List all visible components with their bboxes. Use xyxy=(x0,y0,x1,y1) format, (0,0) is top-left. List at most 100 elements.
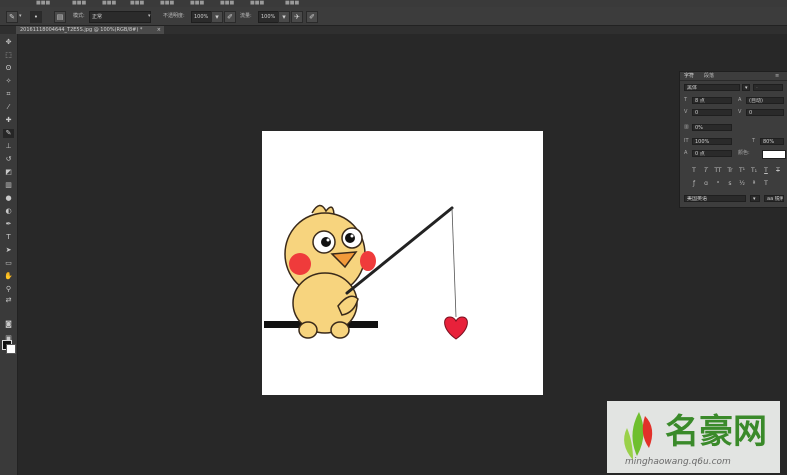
heart xyxy=(444,316,468,340)
tab-paragraph[interactable]: 段落 xyxy=(704,73,714,79)
tsume-field[interactable]: 0% xyxy=(692,124,732,131)
toolbox: ✥ ⬚ ʘ ✧ ⌗ ⁄ ✚ ✎ ⊥ ↺ ◩ ▥ ● ◐ ✒ T ➤ ▭ ✋ ⚲ … xyxy=(0,34,18,475)
panel-menu-icon[interactable]: ≡ xyxy=(775,73,779,79)
document-canvas[interactable] xyxy=(262,131,543,395)
color-label: 颜色: xyxy=(738,150,750,156)
chevron-down-icon[interactable]: ▾ xyxy=(148,11,151,21)
screen-mode-icon[interactable]: ▣ xyxy=(3,334,14,343)
opacity-dropdown-icon[interactable]: ▾ xyxy=(211,11,223,23)
text-color-swatch[interactable] xyxy=(762,150,786,159)
language-dropdown-icon[interactable]: ▾ xyxy=(750,195,760,202)
strikethrough-button[interactable]: T xyxy=(774,167,782,174)
background-color-swatch[interactable] xyxy=(6,344,16,354)
brush-tool-icon[interactable]: ✎ xyxy=(3,129,14,138)
menu-bar: ■■■ ■■■ ■■■ ■■■ ■■■ ■■■ ■■■ ■■■ ■■■ xyxy=(0,0,787,7)
preset-dropdown-icon[interactable]: ▾ xyxy=(19,11,22,21)
lasso-tool-icon[interactable]: ʘ xyxy=(3,64,14,73)
menu-item[interactable]: ■■■ xyxy=(36,0,50,7)
hand-tool-icon[interactable]: ✋ xyxy=(3,272,14,281)
font-size-icon: T xyxy=(684,97,688,103)
opentype-titling-icon[interactable]: T xyxy=(762,180,770,187)
menu-item[interactable]: ■■■ xyxy=(130,0,144,7)
underline-button[interactable]: T xyxy=(762,167,770,174)
leading-field[interactable]: (自动) xyxy=(746,97,784,104)
document-tab[interactable]: 20161118004644_T2E5S.jpg @ 100%(RGB/8#) … xyxy=(16,26,164,34)
eraser-tool-icon[interactable]: ◩ xyxy=(3,168,14,177)
shape-tool-icon[interactable]: ▭ xyxy=(3,259,14,268)
all-caps-button[interactable]: TT xyxy=(714,167,722,174)
move-tool-icon[interactable]: ✥ xyxy=(3,38,14,47)
swap-colors-icon[interactable]: ⇄ xyxy=(3,296,14,305)
brush-icon[interactable]: ✎ xyxy=(6,11,18,23)
subscript-button[interactable]: T₁ xyxy=(750,167,758,174)
menu-item[interactable]: ■■■ xyxy=(220,0,234,7)
tsume-icon: ▥ xyxy=(684,124,689,130)
tracking-icon: V xyxy=(738,109,742,115)
menu-item[interactable]: ■■■ xyxy=(72,0,86,7)
pressure-opacity-icon[interactable]: ✐ xyxy=(224,11,236,23)
menu-item[interactable]: ■■■ xyxy=(160,0,174,7)
clone-stamp-tool-icon[interactable]: ⊥ xyxy=(3,142,14,151)
quick-mask-icon[interactable]: ◙ xyxy=(3,320,14,329)
marquee-tool-icon[interactable]: ⬚ xyxy=(3,51,14,60)
brush-size-icon[interactable]: • xyxy=(30,11,42,23)
options-bar: ✎ ▾ • ▤ 模式: 正常 ▾ 不透明度: 100% ▾ ✐ 流量: 100%… xyxy=(0,7,787,26)
close-icon[interactable]: × xyxy=(157,26,161,34)
flow-field[interactable]: 100% xyxy=(258,11,279,23)
opentype-oldstyle-icon[interactable]: ꜱ xyxy=(726,180,734,187)
opacity-label: 不透明度: xyxy=(163,13,185,19)
font-style-field[interactable]: - xyxy=(753,84,783,91)
font-size-field[interactable]: 8 点 xyxy=(692,97,732,104)
faux-italic-button[interactable]: T xyxy=(702,167,710,174)
chick-character xyxy=(284,204,376,339)
menu-item[interactable]: ■■■ xyxy=(190,0,204,7)
kerning-field[interactable]: 0 xyxy=(692,109,732,116)
flow-label: 流量: xyxy=(240,13,252,19)
path-select-tool-icon[interactable]: ➤ xyxy=(3,246,14,255)
opentype-fraction-icon[interactable]: ½ xyxy=(738,180,746,187)
faux-bold-button[interactable]: T xyxy=(690,167,698,174)
baseline-field[interactable]: 0 点 xyxy=(692,150,732,157)
type-tool-icon[interactable]: T xyxy=(3,233,14,242)
opentype-alt-icon[interactable]: ᵃ xyxy=(714,180,722,187)
horizontal-scale-field[interactable]: 80% xyxy=(760,138,784,145)
document-title: 20161118004644_T2E5S.jpg @ 100%(RGB/8#) … xyxy=(20,27,143,33)
menu-item[interactable]: ■■■ xyxy=(250,0,264,7)
opacity-field[interactable]: 100% xyxy=(191,11,212,23)
pen-tool-icon[interactable]: ✒ xyxy=(3,220,14,229)
blur-tool-icon[interactable]: ● xyxy=(3,194,14,203)
opentype-ligature-icon[interactable]: ƒ xyxy=(690,180,698,187)
flow-dropdown-icon[interactable]: ▾ xyxy=(278,11,290,23)
mode-label: 模式: xyxy=(73,13,85,19)
language-select[interactable]: 美国英语 xyxy=(684,195,746,202)
kerning-icon: V xyxy=(684,109,688,115)
small-caps-button[interactable]: Tr xyxy=(726,167,734,174)
eyedropper-tool-icon[interactable]: ⁄ xyxy=(3,103,14,112)
vertical-scale-field[interactable]: 100% xyxy=(692,138,732,145)
zoom-tool-icon[interactable]: ⚲ xyxy=(3,285,14,294)
baseline-icon: A xyxy=(684,150,688,156)
gradient-tool-icon[interactable]: ▥ xyxy=(3,181,14,190)
menu-item[interactable]: ■■■ xyxy=(102,0,116,7)
tracking-field[interactable]: 0 xyxy=(746,109,784,116)
quick-select-tool-icon[interactable]: ✧ xyxy=(3,77,14,86)
opentype-ordinal-icon[interactable]: ª xyxy=(750,180,758,187)
vertical-scale-icon: IT xyxy=(684,138,689,144)
font-family-field[interactable]: 黑体 xyxy=(684,84,740,91)
horizontal-scale-icon: T xyxy=(752,138,756,144)
antialias-select[interactable]: aa 锐利 xyxy=(764,195,784,202)
opentype-swash-icon[interactable]: ɑ xyxy=(702,180,710,187)
crop-tool-icon[interactable]: ⌗ xyxy=(3,90,14,99)
leading-icon: A xyxy=(738,97,742,103)
superscript-button[interactable]: T¹ xyxy=(738,167,746,174)
airbrush-icon[interactable]: ✈ xyxy=(291,11,303,23)
healing-tool-icon[interactable]: ✚ xyxy=(3,116,14,125)
brush-panel-icon[interactable]: ▤ xyxy=(54,11,66,23)
pressure-size-icon[interactable]: ✐ xyxy=(306,11,318,23)
dodge-tool-icon[interactable]: ◐ xyxy=(3,207,14,216)
font-family-dropdown-icon[interactable]: ▾ xyxy=(742,84,750,91)
menu-item[interactable]: ■■■ xyxy=(285,0,299,7)
history-brush-tool-icon[interactable]: ↺ xyxy=(3,155,14,164)
tab-character[interactable]: 字符 xyxy=(684,73,694,79)
mode-select[interactable]: 正常 xyxy=(89,11,151,23)
